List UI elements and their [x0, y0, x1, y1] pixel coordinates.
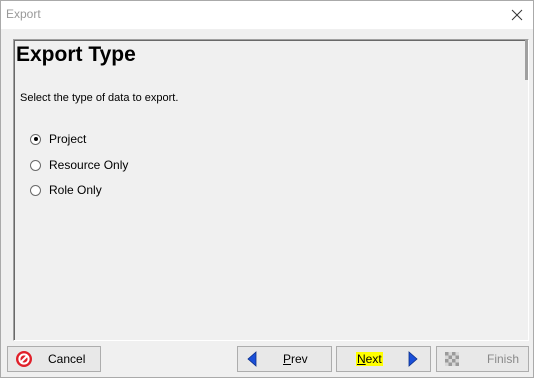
no-entry-icon	[16, 351, 32, 367]
radio-resource-only[interactable]: Resource Only	[30, 157, 128, 173]
next-button[interactable]: Next	[336, 346, 431, 372]
radio-role-only[interactable]: Role Only	[30, 182, 102, 198]
prev-label: Prev	[283, 352, 308, 366]
radio-label: Project	[49, 132, 87, 146]
export-type-panel: Export Type Select the type of data to e…	[13, 39, 529, 341]
checkered-flag-icon	[445, 352, 459, 366]
scrollbar[interactable]	[525, 40, 528, 80]
export-dialog: Export Export Type Select the type of da…	[0, 0, 534, 378]
window-title: Export	[6, 7, 41, 21]
prev-button[interactable]: Prev	[237, 346, 332, 372]
arrow-left-icon	[247, 351, 257, 367]
radio-button[interactable]	[30, 184, 41, 196]
close-icon	[511, 9, 523, 21]
next-label: Next	[356, 352, 383, 366]
radio-button[interactable]	[30, 159, 41, 171]
finish-button[interactable]: Finish	[436, 346, 529, 372]
instruction-text: Select the type of data to export.	[20, 92, 179, 104]
radio-button[interactable]	[30, 133, 41, 145]
title-bar: Export	[1, 1, 533, 29]
radio-project[interactable]: Project	[30, 131, 86, 147]
page-title: Export Type	[16, 43, 136, 66]
arrow-right-icon	[408, 351, 418, 367]
close-button[interactable]	[507, 5, 527, 25]
radio-label: Resource Only	[49, 158, 129, 172]
radio-label: Role Only	[49, 183, 102, 197]
finish-label: Finish	[487, 352, 520, 366]
cancel-button[interactable]: Cancel	[7, 346, 101, 372]
cancel-label: Cancel	[48, 352, 86, 366]
